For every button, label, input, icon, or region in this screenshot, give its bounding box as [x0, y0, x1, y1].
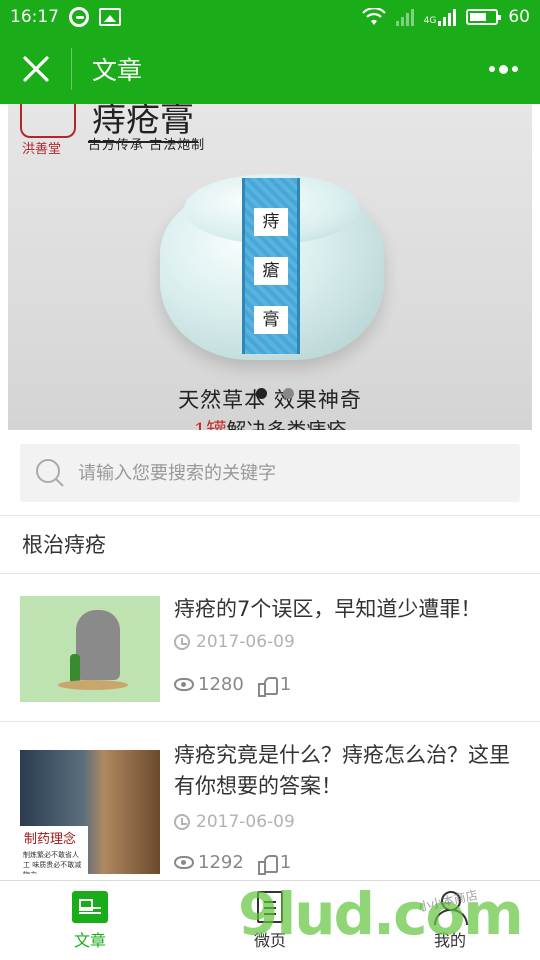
slogan-sub: 1罐解决多类痔疮: [8, 414, 532, 430]
clock-icon: [174, 814, 190, 830]
wifi-icon: [361, 8, 386, 25]
app-header: 文章: [0, 34, 540, 104]
brand-seal-logo: [20, 104, 76, 138]
page-icon: [257, 890, 283, 923]
article-item[interactable]: 制药理念 制炼繁必不敢省人工 味质贵必不敢减物力 痔疮究竟是什么？痔疮怎么治？这…: [0, 722, 540, 882]
eye-icon: [174, 856, 194, 869]
more-dot-icon: [512, 66, 518, 72]
tab-label: 微页: [253, 930, 286, 950]
jar-label-char: 膏: [254, 305, 288, 334]
article-thumbnail: [20, 596, 160, 702]
close-button[interactable]: [0, 48, 72, 90]
view-count: 1292: [198, 852, 244, 873]
carousel-dot[interactable]: [283, 388, 294, 399]
close-icon: [22, 56, 49, 82]
thumbs-up-icon: [257, 676, 278, 697]
article-date-text: 2017-06-09: [196, 812, 295, 832]
tab-mine[interactable]: 我的: [360, 881, 540, 960]
eye-icon: [174, 678, 194, 691]
slogan-top: 古方传承 古法炮制: [88, 138, 206, 153]
more-dot-icon: [489, 66, 495, 72]
article-title: 痔疮究竟是什么？痔疮怎么治？这里有你想要的答案！: [174, 743, 510, 798]
article-date-text: 2017-06-09: [196, 632, 295, 652]
carousel-indicator: [256, 388, 294, 399]
status-time: 16:17: [10, 7, 59, 27]
search-box[interactable]: [20, 444, 520, 502]
battery-level: 60: [508, 7, 530, 27]
article-thumbnail: 制药理念 制炼繁必不敢省人工 味质贵必不敢减物力: [20, 750, 160, 874]
battery-icon: [466, 9, 502, 25]
carousel-dot[interactable]: [256, 388, 267, 399]
view-count: 1280: [198, 674, 244, 695]
article-title: 痔疮的7个误区，早知道少遭罪！: [174, 597, 482, 621]
status-bar: 16:17 4G 60: [0, 0, 540, 34]
sim2-signal-icon: [438, 8, 457, 26]
jar-label-char: 瘡: [254, 256, 288, 285]
like-count: 1: [279, 674, 292, 695]
article-item[interactable]: 痔疮的7个误区，早知道少遭罪！ 2017-06-09 1280 1: [0, 574, 540, 722]
search-icon: [34, 457, 66, 489]
brand-name: 洪善堂: [22, 142, 62, 157]
tab-label: 我的: [433, 930, 466, 950]
tab-micro-page[interactable]: 微页: [180, 881, 360, 960]
thinker-statue-figure: [76, 610, 120, 680]
user-icon: [432, 890, 468, 925]
banner-carousel[interactable]: 洪善堂 痔疮膏 古方传承 古法炮制 痔 瘡 膏 天然草本 效果神奇 1罐解决多类…: [8, 104, 532, 430]
thumbs-up-icon: [257, 854, 278, 875]
jar-label-char: 痔: [254, 208, 288, 237]
thumbnail-label: 制药理念: [20, 826, 88, 849]
search-section: [0, 430, 540, 516]
thumbnail-caption: 制炼繁必不敢省人工 味质贵必不敢减物力: [20, 848, 88, 874]
sim1-signal-icon: [395, 8, 414, 26]
image-notification-icon: [99, 8, 121, 26]
slogan-sub-highlight: 1罐: [193, 418, 227, 430]
article-stats: 1280 1: [174, 674, 292, 697]
like-count: 1: [279, 852, 292, 873]
article-icon: [72, 890, 108, 923]
app-notification-icon: [69, 7, 89, 27]
bottom-tab-bar: 文章 微页 我的: [0, 880, 540, 960]
more-options-button[interactable]: [489, 64, 518, 74]
more-dot-icon: [499, 64, 508, 74]
tab-label: 文章: [73, 930, 106, 950]
clock-icon: [174, 634, 190, 650]
tab-articles[interactable]: 文章: [0, 881, 180, 960]
category-title: 根治痔疮: [0, 516, 540, 574]
page-title: 文章: [92, 56, 143, 85]
search-input[interactable]: [78, 462, 478, 484]
network-type: 4G: [423, 16, 437, 26]
jar-label: 痔 瘡 膏: [242, 178, 300, 354]
article-date: 2017-06-09: [174, 812, 295, 832]
article-date: 2017-06-09: [174, 632, 295, 652]
sand-base-figure: [58, 680, 128, 690]
article-stats: 1292 1: [174, 852, 292, 875]
slogan-sub-rest: 解决多类痔疮: [226, 418, 347, 430]
